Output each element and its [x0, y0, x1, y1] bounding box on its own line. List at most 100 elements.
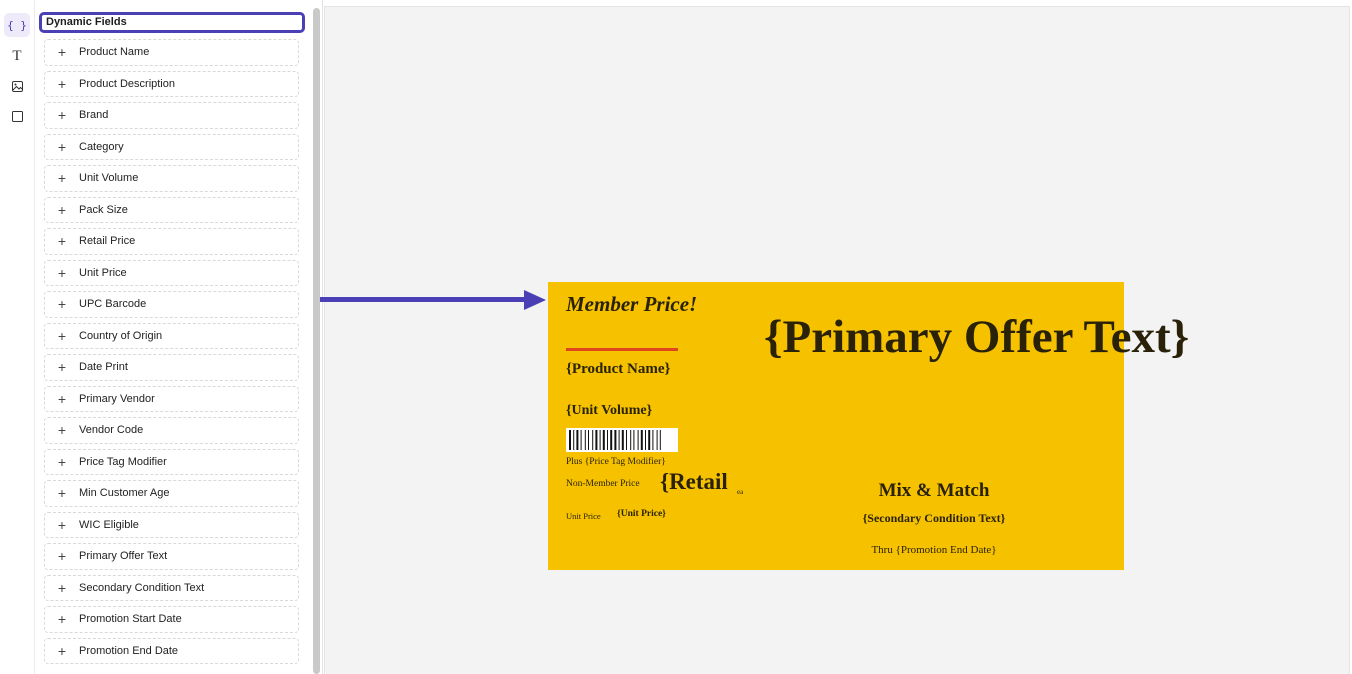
barcode-bar [637, 430, 639, 450]
barcode-bar [640, 430, 643, 450]
field-item-label: WIC Eligible [79, 518, 139, 531]
image-tool-button[interactable] [4, 74, 30, 98]
unit-price-field[interactable]: {Unit Price} [617, 509, 666, 519]
barcode-bar [595, 430, 598, 450]
field-item[interactable]: + Promotion End Date [44, 637, 299, 664]
field-item[interactable]: + UPC Barcode [44, 291, 299, 318]
field-item-label: Category [79, 140, 124, 153]
field-item[interactable]: + Primary Vendor [44, 385, 299, 412]
plus-icon: + [57, 390, 67, 407]
barcode-bar [621, 430, 624, 450]
field-item-label: Vendor Code [79, 424, 144, 437]
text-tool-button[interactable]: T [4, 44, 30, 68]
field-item[interactable]: + Date Print [44, 354, 299, 381]
plus-icon: + [57, 264, 67, 281]
panel-title: Dynamic Fields [39, 12, 305, 33]
barcode-bar [652, 430, 654, 450]
field-item-label: Unit Price [79, 266, 127, 279]
barcode-bar [648, 430, 651, 450]
plus-icon: + [57, 579, 67, 596]
upc-barcode[interactable] [566, 428, 678, 452]
barcode-bar [607, 430, 608, 450]
field-item[interactable]: + Pack Size [44, 196, 299, 223]
field-item[interactable]: + Product Description [44, 70, 299, 97]
unit-volume-field[interactable]: {Unit Volume} [566, 403, 652, 419]
arrow-annotation [320, 297, 528, 302]
barcode-bar [626, 430, 627, 450]
barcode-bar [584, 430, 586, 450]
field-item-label: Secondary Condition Text [79, 581, 205, 594]
dynamic-fields-tool-button[interactable]: { } [4, 13, 30, 37]
accent-line[interactable] [566, 348, 678, 351]
field-item[interactable]: + WIC Eligible [44, 511, 299, 538]
field-item-label: Price Tag Modifier [79, 455, 167, 468]
plus-icon: + [57, 201, 67, 218]
field-item-label: Primary Offer Text [79, 550, 168, 563]
plus-icon: + [57, 359, 67, 376]
field-item[interactable]: + Category [44, 133, 299, 160]
image-icon [11, 80, 23, 92]
each-label[interactable]: ea [737, 488, 743, 496]
mix-match-text[interactable]: Mix & Match [764, 480, 1104, 502]
barcode-bar [618, 430, 620, 450]
field-item[interactable]: + Primary Offer Text [44, 543, 299, 570]
field-item[interactable]: + Retail Price [44, 228, 299, 255]
field-item[interactable]: + Unit Price [44, 259, 299, 286]
field-item-label: UPC Barcode [79, 298, 147, 311]
plus-icon: + [57, 233, 67, 250]
field-item[interactable]: + Brand [44, 102, 299, 129]
barcode-bar [592, 430, 594, 450]
barcode-image [569, 430, 661, 450]
field-item-label: Retail Price [79, 235, 136, 248]
field-item[interactable]: + Product Name [44, 39, 299, 66]
field-item-label: Date Print [79, 361, 128, 374]
field-item-label: Pack Size [79, 203, 128, 216]
field-item[interactable]: + Promotion Start Date [44, 606, 299, 633]
shape-tool-button[interactable] [4, 104, 30, 128]
barcode-bar [614, 430, 617, 450]
plus-icon: + [57, 453, 67, 470]
barcode-bar [569, 430, 571, 450]
field-item-label: Product Name [79, 46, 150, 59]
barcode-bar [630, 430, 632, 450]
non-member-price-label[interactable]: Non-Member Price [566, 479, 640, 489]
field-item[interactable]: + Vendor Code [44, 417, 299, 444]
barcode-bar [610, 430, 613, 450]
promotion-end-date-field[interactable]: Thru {Promotion End Date} [764, 544, 1104, 556]
field-list: + Product Name + Product Description + Brand +… [44, 39, 299, 669]
field-item-label: Promotion Start Date [79, 613, 182, 626]
field-item-label: Brand [79, 109, 109, 122]
field-item[interactable]: + Min Customer Age [44, 480, 299, 507]
field-item[interactable]: + Price Tag Modifier [44, 448, 299, 475]
plus-icon: + [57, 611, 67, 628]
scrollbar-thumb[interactable] [313, 8, 320, 674]
tool-rail: { } T [0, 0, 35, 674]
unit-price-label[interactable]: Unit Price [566, 511, 601, 521]
plus-icon: + [57, 44, 67, 61]
product-name-field[interactable]: {Product Name} [566, 361, 670, 378]
panel-scrollbar[interactable] [310, 0, 323, 674]
primary-offer-field[interactable]: {Primary Offer Text} [764, 310, 1189, 364]
retail-price-field[interactable]: {Retail [660, 469, 728, 495]
barcode-bar [576, 430, 579, 450]
price-tag-modifier-field[interactable]: Plus {Price Tag Modifier} [566, 457, 666, 467]
barcode-bar [602, 430, 605, 450]
field-item[interactable]: + Secondary Condition Text [44, 574, 299, 601]
square-icon [11, 110, 23, 122]
barcode-bar [588, 430, 589, 450]
field-item-label: Promotion End Date [79, 644, 179, 657]
barcode-bar [656, 430, 658, 450]
plus-icon: + [57, 548, 67, 565]
plus-icon: + [57, 642, 67, 659]
secondary-condition-field[interactable]: {Secondary Condition Text} [764, 511, 1104, 526]
plus-icon: + [57, 170, 67, 187]
field-item[interactable]: + Country of Origin [44, 322, 299, 349]
plus-icon: + [57, 75, 67, 92]
field-item-label: Primary Vendor [79, 392, 155, 405]
barcode-bar [659, 430, 661, 450]
member-price-text[interactable]: Member Price! [566, 292, 697, 317]
price-tag[interactable]: Member Price! {Product Name} {Unit Volum… [548, 282, 1189, 570]
field-item-label: Min Customer Age [79, 487, 170, 500]
field-item[interactable]: + Unit Volume [44, 165, 299, 192]
text-icon: T [12, 47, 22, 64]
